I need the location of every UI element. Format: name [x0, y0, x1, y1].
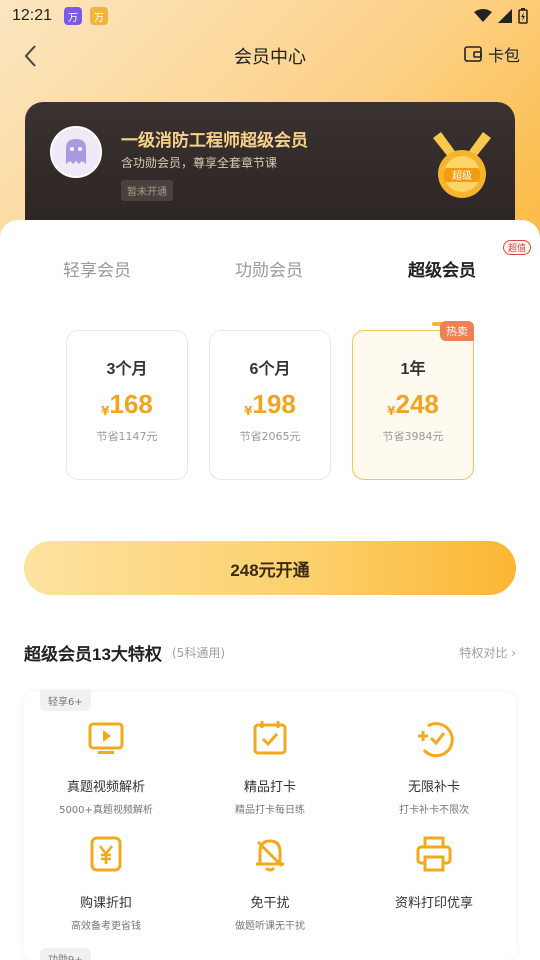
wallet-label: 卡包 [487, 46, 520, 65]
medal-icon: 超级 [433, 132, 491, 198]
plan-name: 1年 [400, 361, 426, 378]
plus-check-icon [418, 722, 454, 758]
privilege-item[interactable]: 真题视频解析 5000+真题视频解析 [24, 718, 188, 816]
plan-card-6-months[interactable]: 6个月 ¥198 节省2065元 [209, 330, 331, 480]
membership-tabs: 轻享会员 功勋会员 超级会员 [0, 250, 540, 326]
privileges-title: 超级会员13大特权 [24, 645, 162, 664]
plan-price: ¥198 [210, 389, 330, 420]
tab-super-member[interactable]: 超级会员 [408, 256, 476, 281]
privilege-item[interactable]: 资料打印优享 [352, 834, 516, 917]
battery-icon [518, 8, 528, 24]
plan-name: 3个月 [106, 361, 148, 378]
value-badge: 超值 [503, 240, 532, 255]
status-indicators [474, 8, 528, 24]
avatar [50, 126, 102, 178]
page-title: 会员中心 [234, 47, 306, 67]
privilege-item[interactable]: 精品打卡 精品打卡每日练 [188, 718, 352, 816]
chevron-right-icon: › [511, 646, 516, 660]
membership-subtitle: 含功勋会员，尊享全套章节课 [121, 156, 278, 170]
privilege-compare-link[interactable]: 特权对比 › [459, 644, 516, 661]
plan-savings: 节省3984元 [382, 430, 444, 443]
plan-name: 6个月 [249, 361, 291, 378]
hot-sale-badge: 热卖 [440, 321, 474, 341]
privilege-item[interactable]: 免干扰 做题听课无干扰 [188, 834, 352, 932]
plan-price: ¥168 [67, 389, 187, 420]
privilege-name: 购课折扣 [79, 896, 132, 911]
privileges-grid: 轻享6+ 真题视频解析 5000+真题视频解析 精品打卡 精品打卡每日练 无限补… [24, 690, 516, 960]
privilege-name: 精品打卡 [243, 780, 296, 795]
plan-price: ¥248 [353, 389, 473, 420]
group-tag: 功勋9+ [40, 948, 91, 960]
group-tag: 轻享6+ [40, 690, 91, 711]
calendar-check-icon [253, 721, 287, 755]
privilege-name: 资料打印优享 [394, 896, 473, 911]
plan-savings: 节省2065元 [239, 430, 301, 443]
privilege-item[interactable]: 无限补卡 打卡补卡不限次 [352, 718, 516, 816]
membership-title: 一级消防工程师超级会员 [121, 131, 308, 150]
top-nav: 会员中心 卡包 [0, 34, 540, 78]
privilege-desc: 打卡补卡不限次 [399, 805, 469, 816]
ghost-avatar-icon [66, 139, 86, 164]
tab-light-member[interactable]: 轻享会员 [63, 256, 131, 281]
privilege-desc: 高效备考更省钱 [71, 921, 141, 932]
app-notification-icon: 万 [90, 7, 109, 25]
privilege-desc: 做题听课无干扰 [235, 921, 305, 932]
privilege-desc: 精品打卡每日练 [235, 805, 305, 816]
wallet-button[interactable]: 卡包 [464, 42, 520, 66]
wallet-icon [464, 46, 482, 62]
price-value: 168 [109, 389, 153, 419]
plan-savings: 节省1147元 [96, 430, 158, 443]
yen-coupon-icon [90, 836, 122, 872]
app-notification-icon: 万 [64, 7, 83, 25]
privilege-item[interactable]: 购课折扣 高效备考更省钱 [24, 834, 188, 932]
medal-label: 超级 [452, 169, 472, 182]
privilege-name: 免干扰 [250, 896, 290, 911]
printer-icon [416, 836, 452, 872]
wifi-icon [474, 9, 492, 22]
privilege-compare-label: 特权对比 [459, 646, 508, 660]
price-value: 248 [395, 389, 439, 419]
price-value: 198 [252, 389, 296, 419]
activate-button[interactable]: 248元开通 [24, 541, 516, 595]
video-play-icon [88, 722, 124, 754]
privilege-name: 真题视频解析 [66, 780, 145, 795]
status-time: 12:21 [12, 7, 53, 24]
status-badge: 暂未开通 [121, 180, 173, 201]
signal-icon [498, 9, 512, 23]
privilege-name: 无限补卡 [407, 780, 460, 795]
content-sheet: 轻享会员 功勋会员 超级会员 超值 3个月 ¥168 节省1147元 6个月 ¥… [0, 220, 540, 960]
status-bar: 12:21 万 万 [0, 0, 540, 32]
privilege-desc: 5000+真题视频解析 [59, 805, 153, 816]
tab-merit-member[interactable]: 功勋会员 [235, 256, 303, 281]
bell-off-icon [256, 839, 284, 872]
plan-card-3-months[interactable]: 3个月 ¥168 节省1147元 [66, 330, 188, 480]
back-arrow-icon[interactable] [18, 42, 46, 70]
plan-card-1-year[interactable]: 热卖 1年 ¥248 节省3984元 [352, 321, 474, 480]
privileges-note: (5科通用) [172, 646, 225, 660]
